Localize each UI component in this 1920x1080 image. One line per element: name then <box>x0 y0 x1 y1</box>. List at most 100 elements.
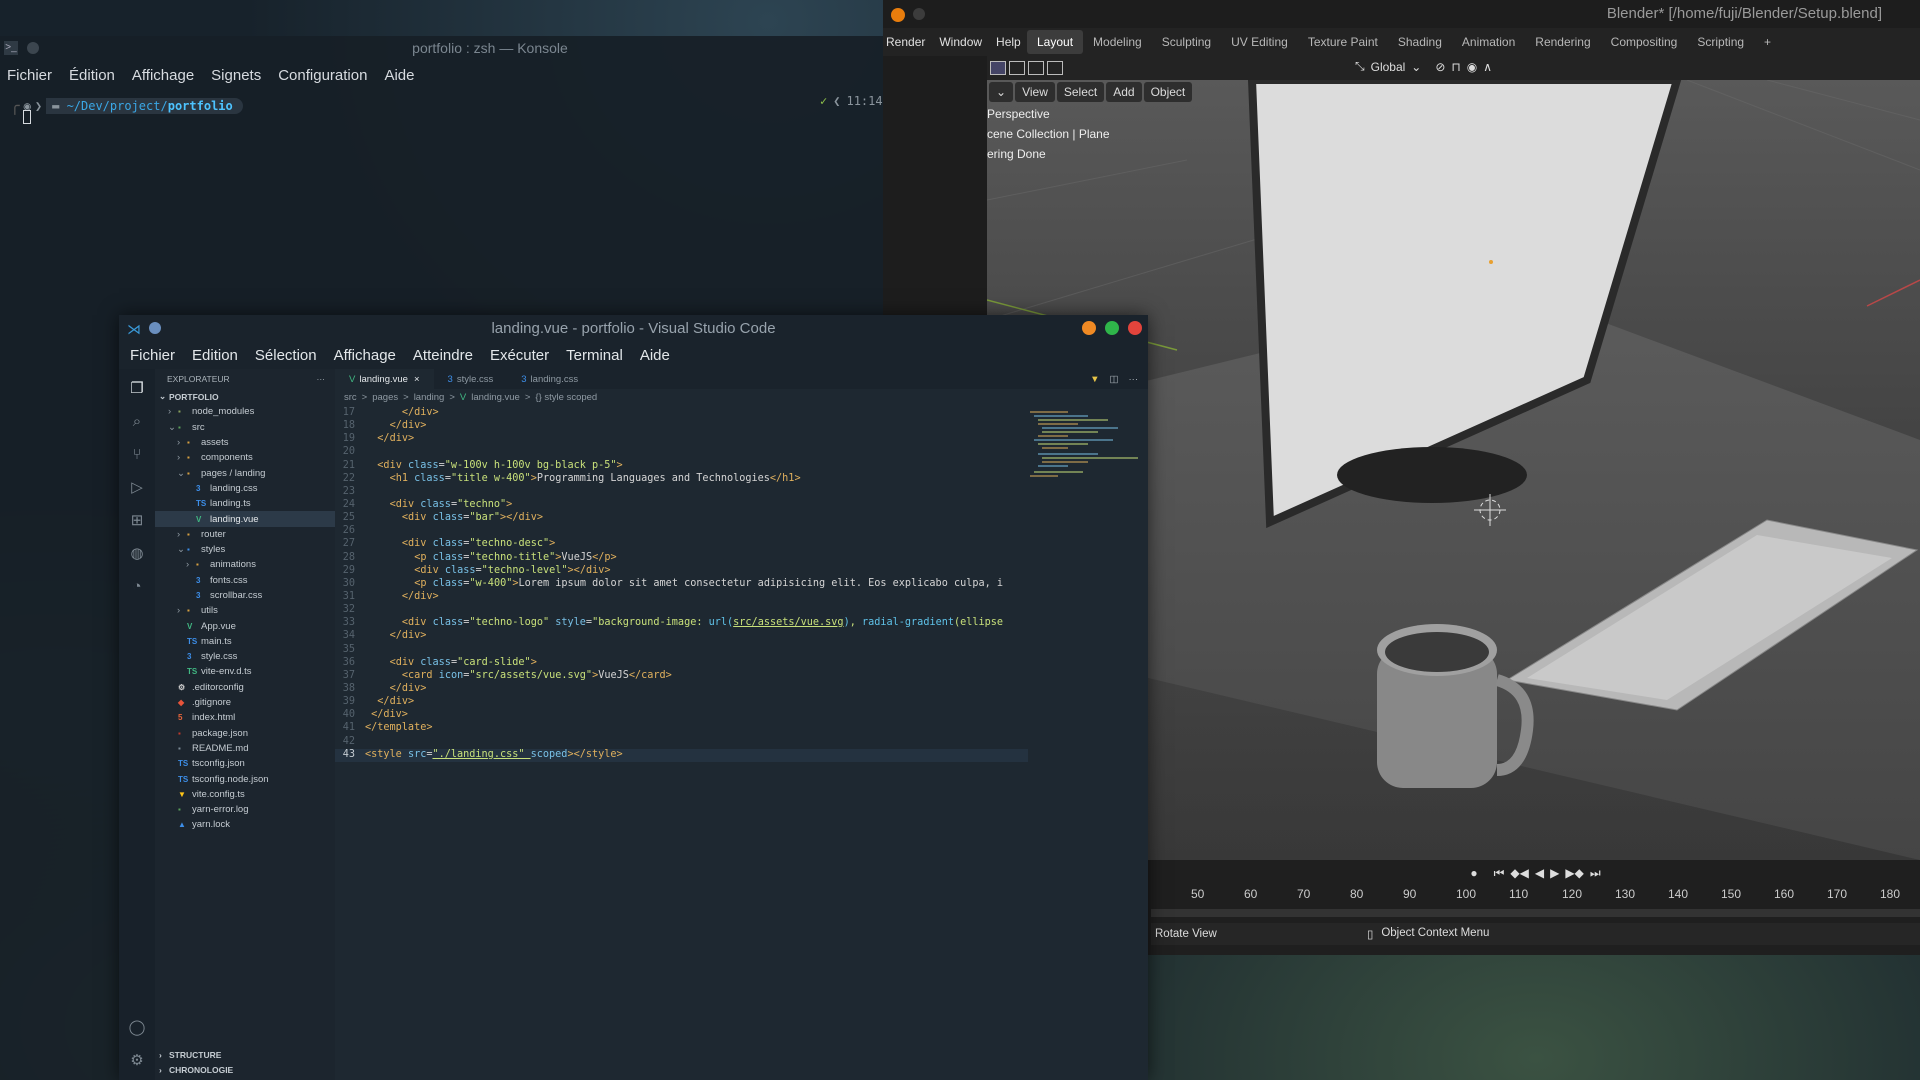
explorer-icon[interactable]: ❐ <box>124 375 150 401</box>
menu-help[interactable]: Help <box>996 35 1021 49</box>
vue-preview-icon[interactable]: ▼ <box>1090 374 1099 385</box>
tree-item[interactable]: ⌄ ▪ styles <box>155 542 335 557</box>
menu-window[interactable]: Window <box>939 35 982 49</box>
maximize-button[interactable] <box>1105 321 1119 335</box>
tree-item[interactable]: 3 scrollbar.css <box>155 588 335 603</box>
pin-icon[interactable] <box>913 8 925 20</box>
close-tab-icon[interactable]: × <box>414 374 420 385</box>
play-icon[interactable]: ▶ <box>1550 866 1559 881</box>
menu-select[interactable]: Select <box>1056 82 1105 102</box>
tree-item[interactable]: 3 fonts.css <box>155 573 335 588</box>
pivot-icon[interactable]: ⊘ <box>1435 60 1445 74</box>
tree-item[interactable]: › ▪ animations <box>155 557 335 572</box>
tab-rendering[interactable]: Rendering <box>1525 30 1600 54</box>
code-editor[interactable]: 17 </div> 18 </div> 19 </div> 20 21 <div class = "… <box>335 407 1028 762</box>
tab-layout[interactable]: Layout <box>1027 30 1084 54</box>
jump-end-icon[interactable]: ⏭ <box>1590 866 1601 881</box>
timeline-ruler[interactable]: 50 60 70 80 90 100 110 120 130 140 150 1… <box>1151 887 1920 901</box>
add-workspace-button[interactable]: + <box>1754 30 1781 54</box>
menu-aide[interactable]: Aide <box>637 347 673 364</box>
tree-item[interactable]: ⚙ .editorconfig <box>155 680 335 695</box>
tab-modeling[interactable]: Modeling <box>1083 30 1152 54</box>
tree-item[interactable]: TS main.ts <box>155 634 335 649</box>
breadcrumb-pages[interactable]: pages <box>372 392 398 403</box>
menu-render[interactable]: Render <box>886 35 925 49</box>
tree-item[interactable]: › ▪ node_modules <box>155 404 335 419</box>
menu-add[interactable]: Add <box>1106 82 1142 102</box>
breadcrumb-symbol[interactable]: {} style scoped <box>535 392 597 403</box>
tree-item[interactable]: V App.vue <box>155 618 335 633</box>
tab-texture-paint[interactable]: Texture Paint <box>1298 30 1388 54</box>
select-subtract-icon[interactable] <box>1028 61 1044 75</box>
outline-section[interactable]: › STRUCTURE <box>155 1047 335 1062</box>
tree-item[interactable]: › ▪ assets <box>155 435 335 450</box>
prev-keyframe-icon[interactable]: ◆◀ <box>1510 866 1528 881</box>
github-icon[interactable]: ◍ <box>124 540 150 566</box>
menu-selection[interactable]: Sélection <box>252 347 320 364</box>
menu-object[interactable]: Object <box>1143 82 1193 102</box>
menu-executer[interactable]: Exécuter <box>487 347 552 364</box>
settings-gear-icon[interactable]: ⚙ <box>124 1047 150 1073</box>
editor-type-dropdown[interactable]: ⌄ <box>989 82 1014 102</box>
tree-item[interactable]: ▪ yarn-error.log <box>155 802 335 817</box>
run-debug-icon[interactable]: ▷ <box>124 474 150 500</box>
tree-item[interactable]: 3 style.css <box>155 649 335 664</box>
jump-start-icon[interactable]: ⏮ <box>1494 866 1505 881</box>
next-keyframe-icon[interactable]: ▶◆ <box>1565 866 1583 881</box>
menu-atteindre[interactable]: Atteindre <box>410 347 476 364</box>
snap-icon[interactable]: ⊓ <box>1451 60 1460 74</box>
tree-item[interactable]: ◆ .gitignore <box>155 695 335 710</box>
tab-sculpting[interactable]: Sculpting <box>1152 30 1221 54</box>
record-icon[interactable]: ● <box>1470 866 1477 881</box>
tree-item[interactable]: ▼ vite.config.ts <box>155 787 335 802</box>
tree-item[interactable]: 3 landing.css <box>155 481 335 496</box>
tab-landing-vue[interactable]: Vlanding.vue × <box>335 369 434 389</box>
menu-fichier[interactable]: Fichier <box>4 67 55 84</box>
tab-scripting[interactable]: Scripting <box>1687 30 1754 54</box>
source-control-icon[interactable]: ⑂ <box>124 441 150 467</box>
menu-aide[interactable]: Aide <box>381 67 417 84</box>
more-actions-icon[interactable]: ··· <box>317 374 326 384</box>
tab-compositing[interactable]: Compositing <box>1601 30 1688 54</box>
breadcrumb-file[interactable]: landing.vue <box>471 392 520 403</box>
timeline-scrollbar[interactable] <box>1151 909 1920 917</box>
tree-item[interactable]: TS landing.ts <box>155 496 335 511</box>
menu-view[interactable]: View <box>1015 82 1055 102</box>
tab-style-css[interactable]: 3 style.css <box>434 369 508 389</box>
more-actions-icon[interactable]: ··· <box>1129 374 1139 385</box>
account-icon[interactable]: ◯ <box>124 1014 150 1040</box>
menu-affichage[interactable]: Affichage <box>129 67 197 84</box>
menu-terminal[interactable]: Terminal <box>563 347 626 364</box>
menu-edition[interactable]: Édition <box>66 67 118 84</box>
tree-item[interactable]: ▲ yarn.lock <box>155 817 335 832</box>
tree-item[interactable]: ▪ README.md <box>155 741 335 756</box>
tree-item[interactable]: ▪ package.json <box>155 726 335 741</box>
menu-signets[interactable]: Signets <box>208 67 264 84</box>
tree-item[interactable]: › ▪ utils <box>155 603 335 618</box>
menu-configuration[interactable]: Configuration <box>275 67 370 84</box>
select-extend-icon[interactable] <box>1009 61 1025 75</box>
timeline-icon[interactable]: ◔ <box>124 573 150 599</box>
breadcrumb-landing[interactable]: landing <box>414 392 445 403</box>
extensions-icon[interactable]: ⊞ <box>124 507 150 533</box>
breadcrumb-src[interactable]: src <box>344 392 357 403</box>
menu-edition[interactable]: Edition <box>189 347 241 364</box>
play-reverse-icon[interactable]: ◀ <box>1535 866 1544 881</box>
orientation-dropdown[interactable]: Global <box>1371 60 1406 74</box>
tree-item[interactable]: › ▪ router <box>155 527 335 542</box>
tree-item[interactable]: TS vite-env.d.ts <box>155 664 335 679</box>
minimap[interactable] <box>1028 409 1140 499</box>
select-box-icon[interactable] <box>990 61 1006 75</box>
select-intersect-icon[interactable] <box>1047 61 1063 75</box>
tree-item[interactable]: ⌄ ▪ pages / landing <box>155 465 335 480</box>
tree-item[interactable]: Vlanding.vue <box>155 511 335 527</box>
search-icon[interactable]: ⌕ <box>124 408 150 434</box>
tree-item[interactable]: 5 index.html <box>155 710 335 725</box>
menu-affichage[interactable]: Affichage <box>331 347 399 364</box>
close-button[interactable] <box>1128 321 1142 335</box>
split-editor-icon[interactable]: ◫ <box>1110 374 1119 385</box>
pin-icon[interactable] <box>27 42 39 54</box>
tree-item[interactable]: › ▪ components <box>155 450 335 465</box>
tab-shading[interactable]: Shading <box>1388 30 1452 54</box>
tab-uv-editing[interactable]: UV Editing <box>1221 30 1298 54</box>
